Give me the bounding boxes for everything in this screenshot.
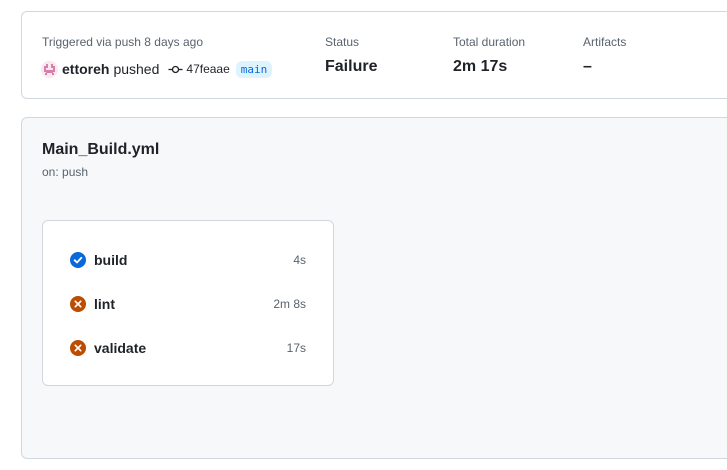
- job-row-lint[interactable]: lint 2m 8s: [70, 294, 306, 314]
- job-duration: 17s: [286, 341, 306, 355]
- branch-badge[interactable]: main: [235, 60, 273, 78]
- job-row-build[interactable]: build 4s: [70, 250, 306, 270]
- duration-value: 2m 17s: [453, 58, 508, 75]
- workflow-trigger: on: push: [42, 165, 89, 179]
- duration-label: Total duration: [453, 35, 526, 49]
- commit-sha-link[interactable]: 47feaae: [186, 62, 229, 76]
- job-duration: 2m 8s: [273, 297, 306, 311]
- x-circle-fill-icon: [70, 296, 86, 312]
- job-duration: 4s: [293, 253, 306, 267]
- trigger-description: Triggered via push 8 days ago: [42, 35, 203, 49]
- job-name: build: [94, 252, 128, 268]
- workflow-graph-panel: Main_Build.yml on: push build 4s lint 2m…: [21, 117, 727, 459]
- x-circle-fill-icon: [70, 340, 86, 356]
- actor-link[interactable]: ettoreh: [62, 61, 109, 77]
- check-circle-fill-icon: [70, 252, 86, 268]
- job-name: validate: [94, 340, 147, 356]
- artifacts-label: Artifacts: [583, 35, 627, 49]
- git-commit-icon: [168, 62, 183, 77]
- job-row-validate[interactable]: validate 17s: [70, 338, 306, 358]
- workflow-file-name[interactable]: Main_Build.yml: [42, 141, 159, 159]
- action-text: pushed: [113, 61, 160, 77]
- avatar[interactable]: [41, 60, 58, 78]
- status-value: Failure: [325, 58, 378, 75]
- status-label: Status: [325, 35, 360, 49]
- run-summary-card: Triggered via push 8 days ago ettoreh pu…: [21, 11, 727, 99]
- job-name: lint: [94, 296, 115, 312]
- trigger-row: ettoreh pushed 47feaae main: [41, 58, 273, 80]
- jobs-card: build 4s lint 2m 8s validate 17s: [42, 220, 334, 386]
- artifacts-value: –: [583, 58, 592, 75]
